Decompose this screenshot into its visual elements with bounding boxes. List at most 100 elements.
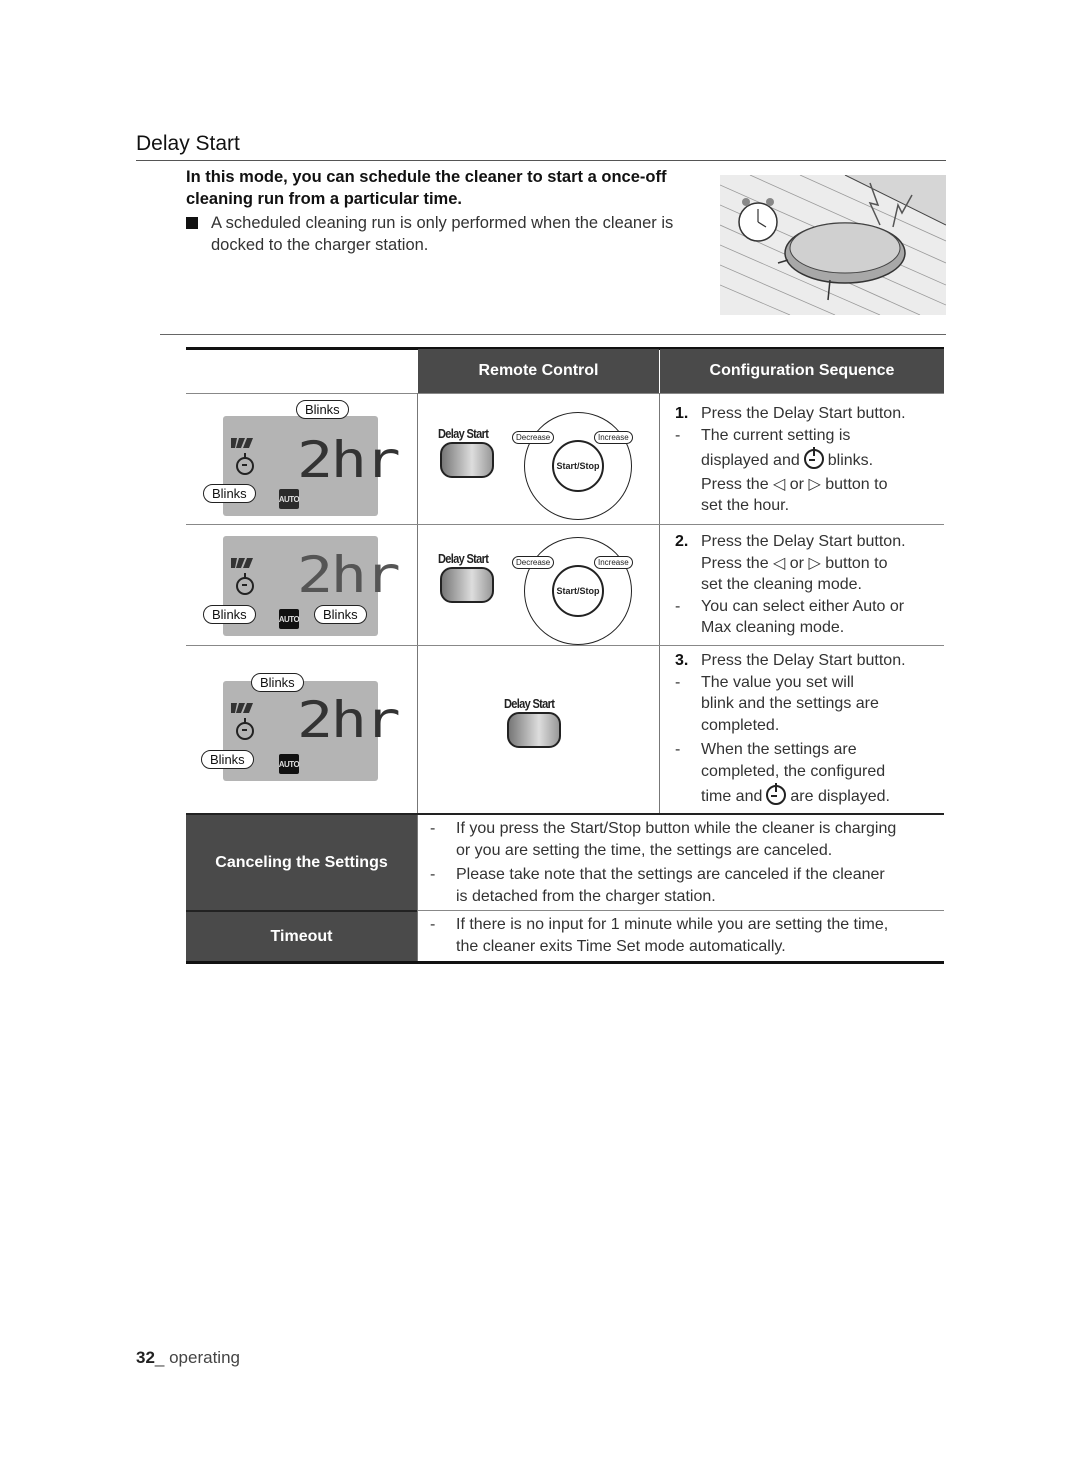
- start-stop-label-2: Stop: [579, 461, 600, 471]
- canceling-text: - If you press the Start/Stop button whi…: [418, 818, 944, 908]
- dash: -: [675, 673, 681, 691]
- decrease-label[interactable]: Decrease: [512, 556, 555, 569]
- step-number: 2.: [675, 533, 689, 550]
- start-stop-label-1: Start/: [556, 586, 580, 596]
- col-divider: [417, 815, 418, 962]
- delay-start-label: Delay Start: [438, 551, 489, 566]
- dash: -: [675, 426, 681, 444]
- step-line: displayed and: [701, 452, 800, 469]
- note-line: If there is no input for 1 minute while …: [456, 916, 889, 933]
- table-row-timeout: Timeout - If there is no input for 1 min…: [186, 912, 944, 962]
- intro-text: In this mode, you can schedule the clean…: [186, 168, 667, 208]
- section-divider: [160, 334, 946, 335]
- page-footer: 32_ operating: [136, 1348, 240, 1368]
- step-line: completed, the configured: [701, 762, 886, 780]
- note-line: Please take note that the settings are c…: [456, 866, 885, 883]
- header-configuration-sequence: Configuration Sequence: [660, 349, 944, 393]
- page-number: 32: [136, 1348, 155, 1367]
- section-name: _ operating: [154, 1348, 240, 1367]
- lcd-digits: 2hr: [297, 691, 401, 749]
- table-row-step-2: 2hr AUTO Blinks Blinks Delay Start Start…: [186, 525, 944, 645]
- lcd-digits: 2hr: [297, 546, 401, 604]
- table-bottom-border: [186, 961, 944, 964]
- step-line: The value you set will: [701, 673, 854, 691]
- note-line: the cleaner exits Time Set mode automati…: [456, 938, 786, 955]
- remote-control-illustration: Delay Start Start/Stop Decrease Increase: [418, 525, 659, 645]
- start-stop-label-1: Start/: [556, 461, 580, 471]
- blinks-callout: Blinks: [296, 400, 349, 419]
- delay-start-label: Delay Start: [504, 696, 555, 711]
- battery-icon: [231, 703, 253, 713]
- remote-control-illustration: Delay Start: [418, 646, 659, 813]
- step-line: completed.: [701, 716, 780, 734]
- step-line: When the settings are: [701, 741, 857, 758]
- delay-start-button[interactable]: [440, 567, 494, 603]
- dash: -: [675, 597, 681, 615]
- start-stop-button[interactable]: Start/Stop: [552, 565, 604, 617]
- table-row-step-3: 2hr AUTO Blinks Blinks Delay Start 3. Pre…: [186, 646, 944, 813]
- step-line: are displayed.: [790, 788, 890, 805]
- timeout-label: Timeout: [186, 912, 417, 962]
- robot-cleaner-illustration: [719, 174, 947, 316]
- step-line: Press the ◁ or ▷ button to: [701, 475, 888, 493]
- step-line: The current setting is: [701, 426, 851, 444]
- increase-label[interactable]: Increase: [594, 431, 633, 444]
- step-line: time and: [701, 788, 763, 805]
- note-line: is detached from the charger station.: [456, 888, 716, 905]
- table-row-canceling: Canceling the Settings - If you press th…: [186, 815, 944, 910]
- clock-icon: [236, 573, 254, 595]
- header-remote-control: Remote Control: [418, 349, 659, 393]
- step-line: set the cleaning mode.: [701, 576, 862, 593]
- step-line: Press the Delay Start button.: [701, 405, 906, 422]
- step-3-text: 3. Press the Delay Start button. - The val…: [675, 650, 945, 808]
- step-line: blink and the settings are: [701, 695, 879, 712]
- note-line: or you are setting the time, the setting…: [456, 842, 833, 859]
- auto-mode-icon: AUTO: [279, 609, 300, 629]
- note-line: If you press the Start/Stop button while…: [456, 820, 897, 837]
- delay-start-button[interactable]: [507, 712, 561, 748]
- step-2-text: 2. Press the Delay Start button. Press th…: [675, 531, 945, 639]
- step-line: Press the Delay Start button.: [701, 652, 906, 669]
- blinks-callout: Blinks: [314, 605, 367, 624]
- step-line: You can select either Auto or: [701, 597, 905, 615]
- title-divider: [136, 160, 946, 161]
- page-title: Delay Start: [136, 132, 240, 155]
- step-line: Max cleaning mode.: [701, 619, 845, 636]
- blinks-callout: Blinks: [201, 750, 254, 769]
- lcd-digits: 2hr: [297, 431, 401, 489]
- step-line: Press the Delay Start button.: [701, 533, 906, 550]
- step-number: 3.: [675, 652, 689, 669]
- table-row-step-1: 2hr AUTO Blinks Blinks Delay Start Start…: [186, 394, 944, 524]
- step-number: 1.: [675, 405, 689, 422]
- bullet-square-icon: [186, 217, 198, 229]
- delay-start-label: Delay Start: [438, 426, 489, 441]
- timeout-text: - If there is no input for 1 minute whil…: [418, 914, 944, 958]
- step-line: set the hour.: [701, 497, 790, 514]
- dash: -: [675, 741, 681, 758]
- increase-label[interactable]: Increase: [594, 556, 633, 569]
- blinks-callout: Blinks: [251, 673, 304, 692]
- delay-start-button[interactable]: [440, 442, 494, 478]
- clock-icon: [766, 783, 787, 805]
- auto-mode-icon: AUTO: [279, 754, 300, 774]
- step-line: Press the ◁ or ▷ button to: [701, 554, 888, 572]
- dash: -: [430, 820, 436, 837]
- battery-icon: [231, 558, 253, 568]
- step-1-text: 1. Press the Delay Start button. - The cur…: [675, 403, 945, 517]
- decrease-label[interactable]: Decrease: [512, 431, 555, 444]
- canceling-settings-label: Canceling the Settings: [186, 815, 417, 910]
- blinks-callout: Blinks: [203, 484, 256, 503]
- dash: -: [430, 916, 436, 933]
- note-text: A scheduled cleaning run is only perform…: [211, 214, 674, 254]
- clock-icon: [803, 447, 824, 469]
- battery-icon: [231, 438, 253, 448]
- start-stop-button[interactable]: Start/Stop: [552, 440, 604, 492]
- clock-icon: [236, 453, 254, 475]
- blinks-callout: Blinks: [203, 605, 256, 624]
- auto-mode-icon: AUTO: [279, 489, 300, 509]
- remote-control-illustration: Delay Start Start/Stop Decrease Increase: [418, 394, 659, 524]
- clock-icon: [236, 718, 254, 740]
- step-line: blinks.: [827, 452, 874, 469]
- start-stop-label-2: Stop: [579, 586, 600, 596]
- dash: -: [430, 866, 436, 883]
